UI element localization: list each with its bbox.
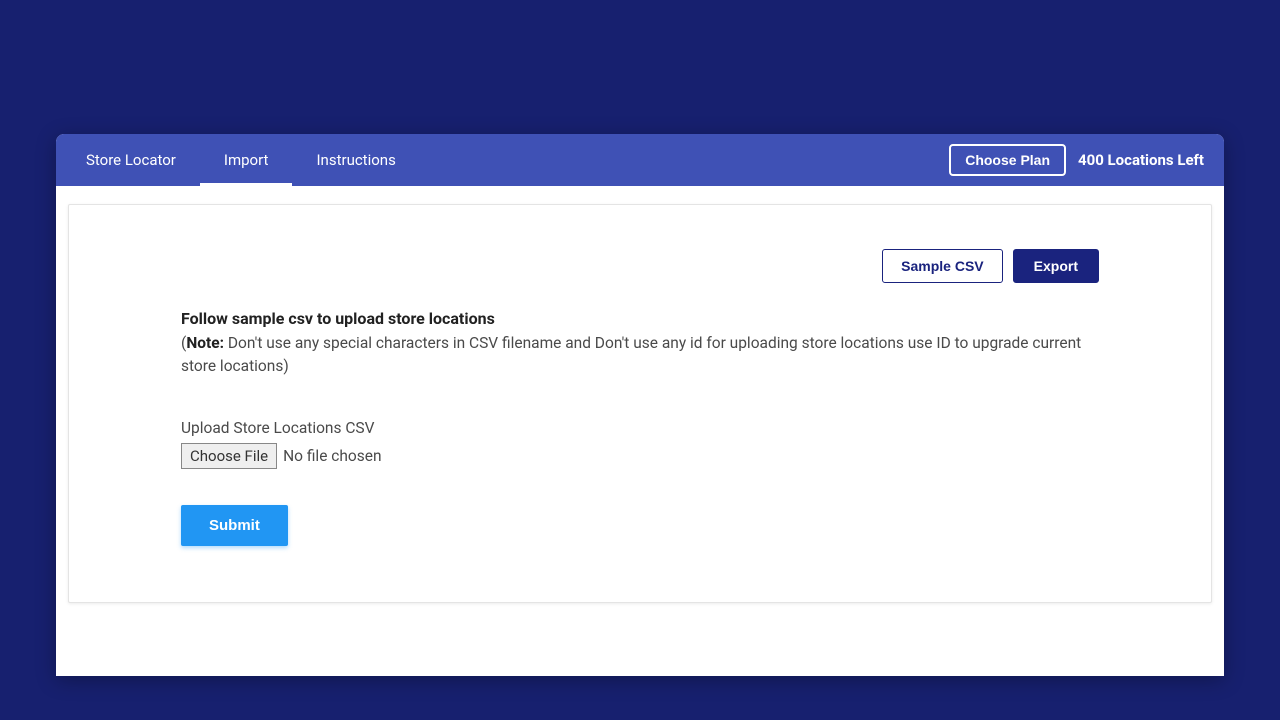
card-actions: Sample CSV Export	[181, 249, 1099, 283]
tabs: Store Locator Import Instructions	[86, 134, 396, 186]
submit-button[interactable]: Submit	[181, 505, 288, 546]
app-window: Store Locator Import Instructions Choose…	[56, 134, 1224, 676]
file-status: No file chosen	[283, 447, 381, 465]
upload-label: Upload Store Locations CSV	[181, 419, 1099, 437]
tab-instructions[interactable]: Instructions	[316, 134, 395, 186]
instruction-title: Follow sample csv to upload store locati…	[181, 309, 1099, 328]
content-area: Sample CSV Export Follow sample csv to u…	[56, 186, 1224, 603]
tab-import[interactable]: Import	[224, 134, 269, 186]
choose-file-button[interactable]: Choose File	[181, 443, 277, 469]
import-card: Sample CSV Export Follow sample csv to u…	[68, 204, 1212, 603]
tab-store-locator[interactable]: Store Locator	[86, 134, 176, 186]
choose-plan-button[interactable]: Choose Plan	[949, 144, 1066, 176]
locations-left-label: 400 Locations Left	[1078, 151, 1204, 169]
note-label: Note:	[186, 334, 224, 352]
topbar: Store Locator Import Instructions Choose…	[56, 134, 1224, 186]
export-button[interactable]: Export	[1013, 249, 1099, 283]
instruction-note: (Note: Don't use any special characters …	[181, 332, 1099, 379]
topbar-right: Choose Plan 400 Locations Left	[949, 144, 1204, 176]
note-text: Don't use any special characters in CSV …	[181, 334, 1081, 375]
file-input-row: Choose File No file chosen	[181, 443, 1099, 469]
sample-csv-button[interactable]: Sample CSV	[882, 249, 1002, 283]
